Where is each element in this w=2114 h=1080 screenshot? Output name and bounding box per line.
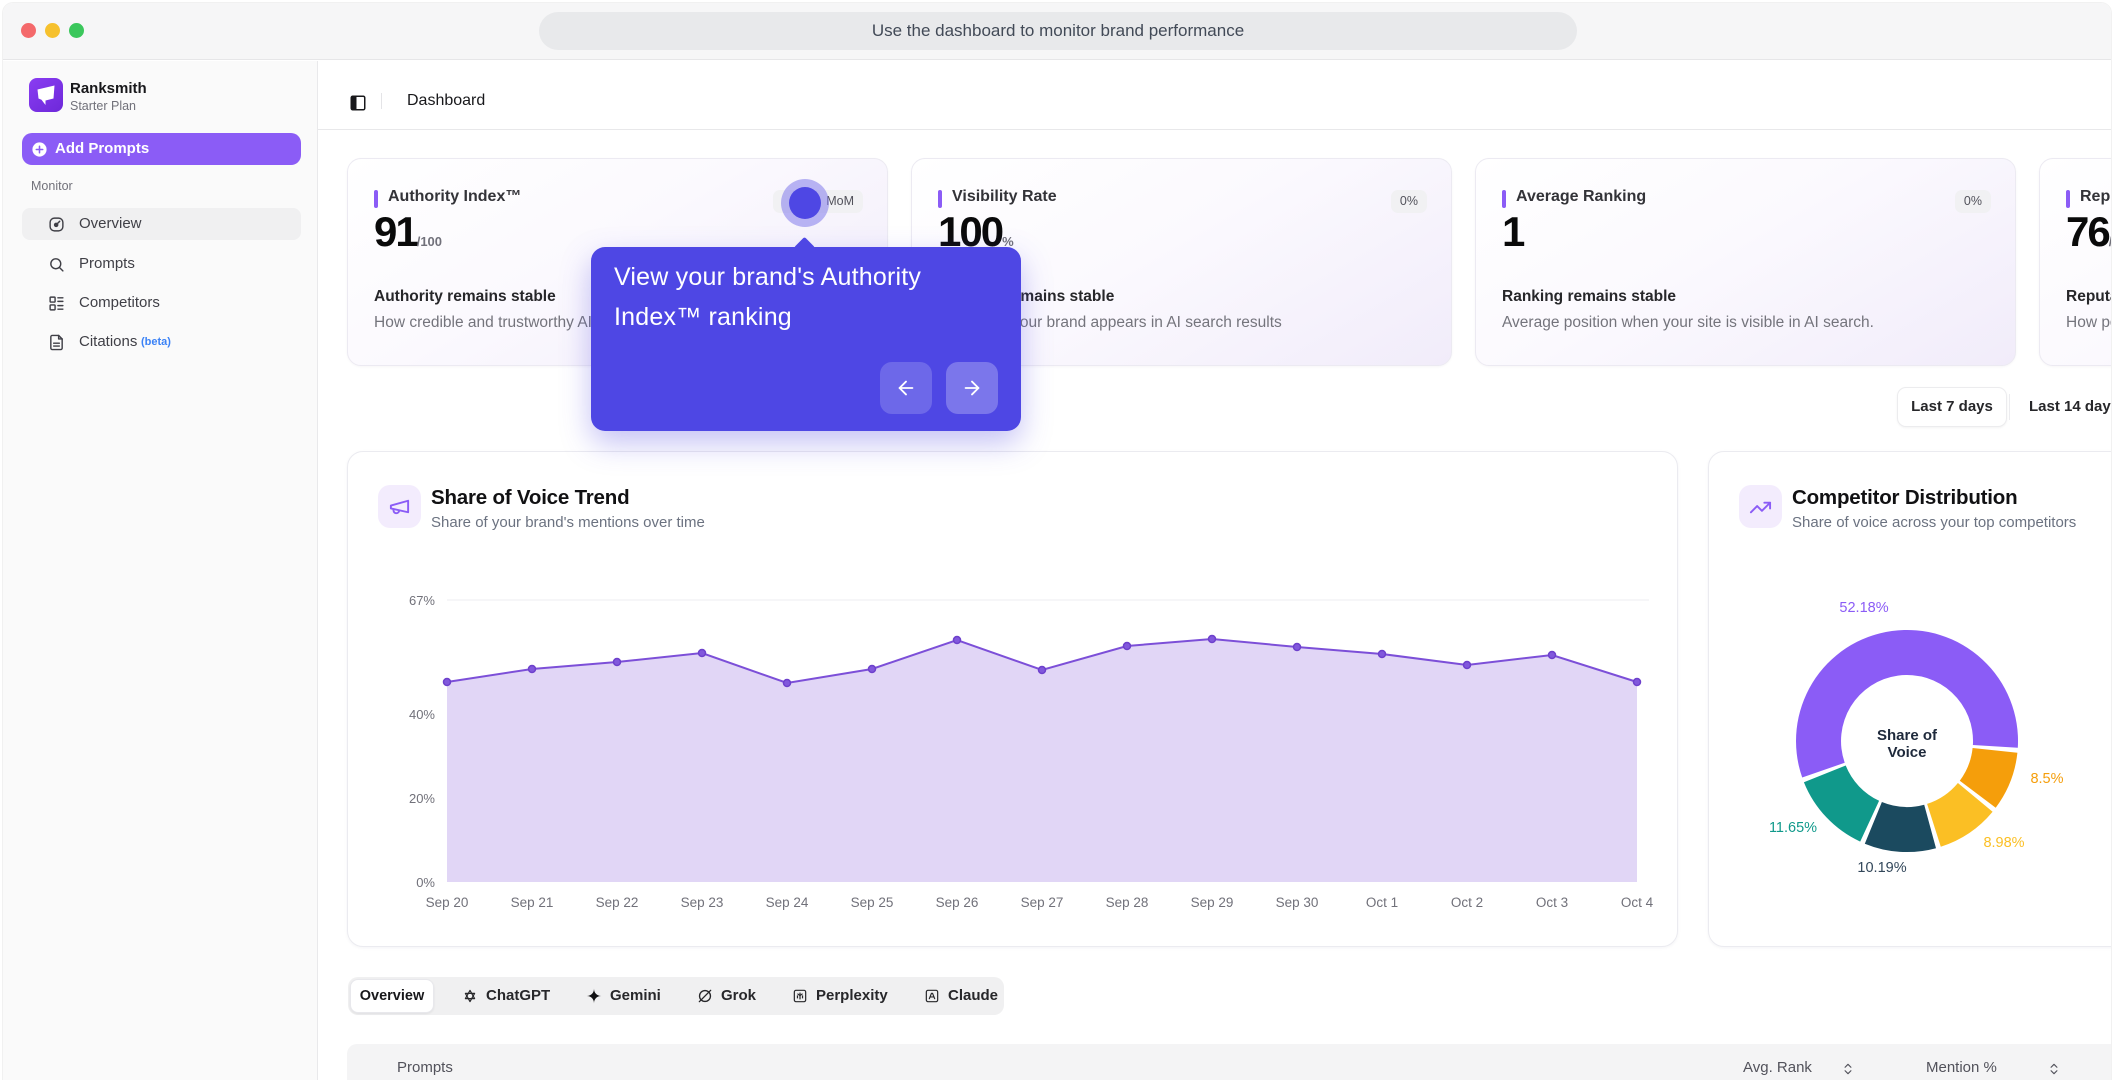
svg-text:Oct 4: Oct 4: [1621, 895, 1654, 910]
svg-text:0%: 0%: [416, 875, 435, 890]
svg-text:Oct 2: Oct 2: [1451, 895, 1483, 910]
svg-text:Voice: Voice: [1888, 744, 1927, 761]
svg-text:10.19%: 10.19%: [1857, 860, 1906, 876]
svg-text:20%: 20%: [409, 791, 435, 806]
svg-text:52.18%: 52.18%: [1839, 600, 1888, 616]
svg-text:Sep 30: Sep 30: [1276, 895, 1319, 910]
svg-text:Oct 1: Oct 1: [1366, 895, 1398, 910]
svg-text:Sep 23: Sep 23: [681, 895, 724, 910]
svg-text:8.5%: 8.5%: [2030, 771, 2063, 787]
svg-text:Share of: Share of: [1877, 727, 1938, 744]
svg-text:Sep 25: Sep 25: [851, 895, 894, 910]
svg-text:67%: 67%: [409, 593, 435, 608]
svg-text:8.98%: 8.98%: [1983, 835, 2024, 851]
svg-text:Sep 21: Sep 21: [511, 895, 554, 910]
svg-text:Sep 27: Sep 27: [1021, 895, 1064, 910]
svg-text:Sep 29: Sep 29: [1191, 895, 1234, 910]
svg-text:Sep 28: Sep 28: [1106, 895, 1149, 910]
svg-text:Sep 22: Sep 22: [596, 895, 639, 910]
svg-text:Sep 20: Sep 20: [426, 895, 469, 910]
svg-text:40%: 40%: [409, 707, 435, 722]
svg-text:Sep 26: Sep 26: [936, 895, 979, 910]
svg-text:Sep 24: Sep 24: [766, 895, 809, 910]
svg-text:11.65%: 11.65%: [1769, 820, 1817, 836]
svg-text:Oct 3: Oct 3: [1536, 895, 1568, 910]
